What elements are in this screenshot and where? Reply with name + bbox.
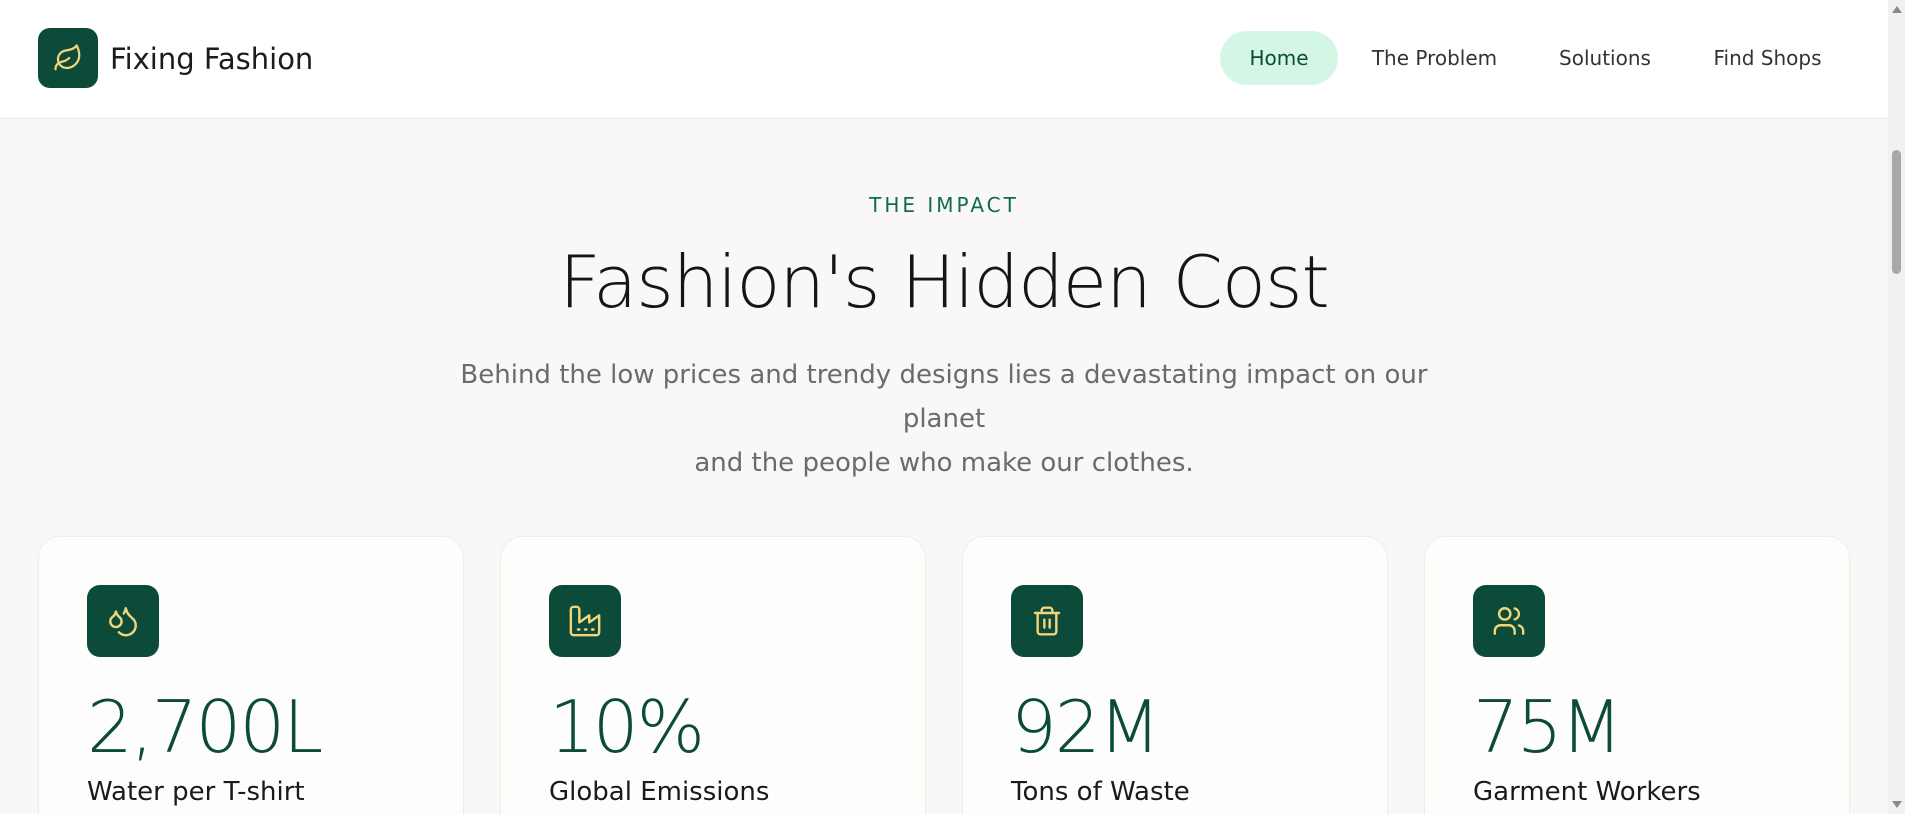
stat-value: 75M [1473, 685, 1623, 769]
factory-icon [549, 585, 621, 657]
stat-card-workers: 75M Garment Workers [1424, 536, 1850, 814]
page-title: Fashion's Hidden Cost [559, 240, 1329, 324]
trash-icon [1011, 585, 1083, 657]
nav-solutions[interactable]: Solutions [1545, 31, 1665, 85]
stat-value: 10% [549, 685, 705, 769]
section-eyebrow: THE IMPACT [869, 193, 1019, 217]
water-drops-icon [87, 585, 159, 657]
nav-home[interactable]: Home [1220, 31, 1338, 85]
logo-badge[interactable] [38, 28, 98, 88]
stat-card-waste: 92M Tons of Waste [962, 536, 1388, 814]
stat-value: 2,700L [87, 685, 323, 769]
vertical-scrollbar[interactable] [1888, 0, 1905, 814]
stat-label: Garment Workers [1473, 777, 1701, 807]
stat-label: Global Emissions [549, 777, 770, 807]
stat-label: Water per T-shirt [87, 777, 305, 807]
users-icon [1473, 585, 1545, 657]
nav-find-shops[interactable]: Find Shops [1700, 31, 1835, 85]
hero-subtitle-line1: Behind the low prices and trendy designs… [460, 360, 1428, 434]
stat-card-water: 2,700L Water per T-shirt [38, 536, 464, 814]
stat-card-emissions: 10% Global Emissions [500, 536, 926, 814]
scroll-up-arrow-icon[interactable] [1892, 6, 1902, 13]
nav-the-problem[interactable]: The Problem [1352, 31, 1517, 85]
brand-name[interactable]: Fixing Fashion [110, 40, 313, 78]
scroll-down-arrow-icon[interactable] [1892, 801, 1902, 808]
leaf-icon [54, 44, 81, 71]
scroll-thumb[interactable] [1892, 150, 1901, 274]
hero-subtitle: Behind the low prices and trendy designs… [444, 353, 1444, 485]
stat-value: 92M [1011, 685, 1161, 769]
stat-label: Tons of Waste [1011, 777, 1190, 807]
hero-subtitle-line2: and the people who make our clothes. [694, 448, 1194, 478]
